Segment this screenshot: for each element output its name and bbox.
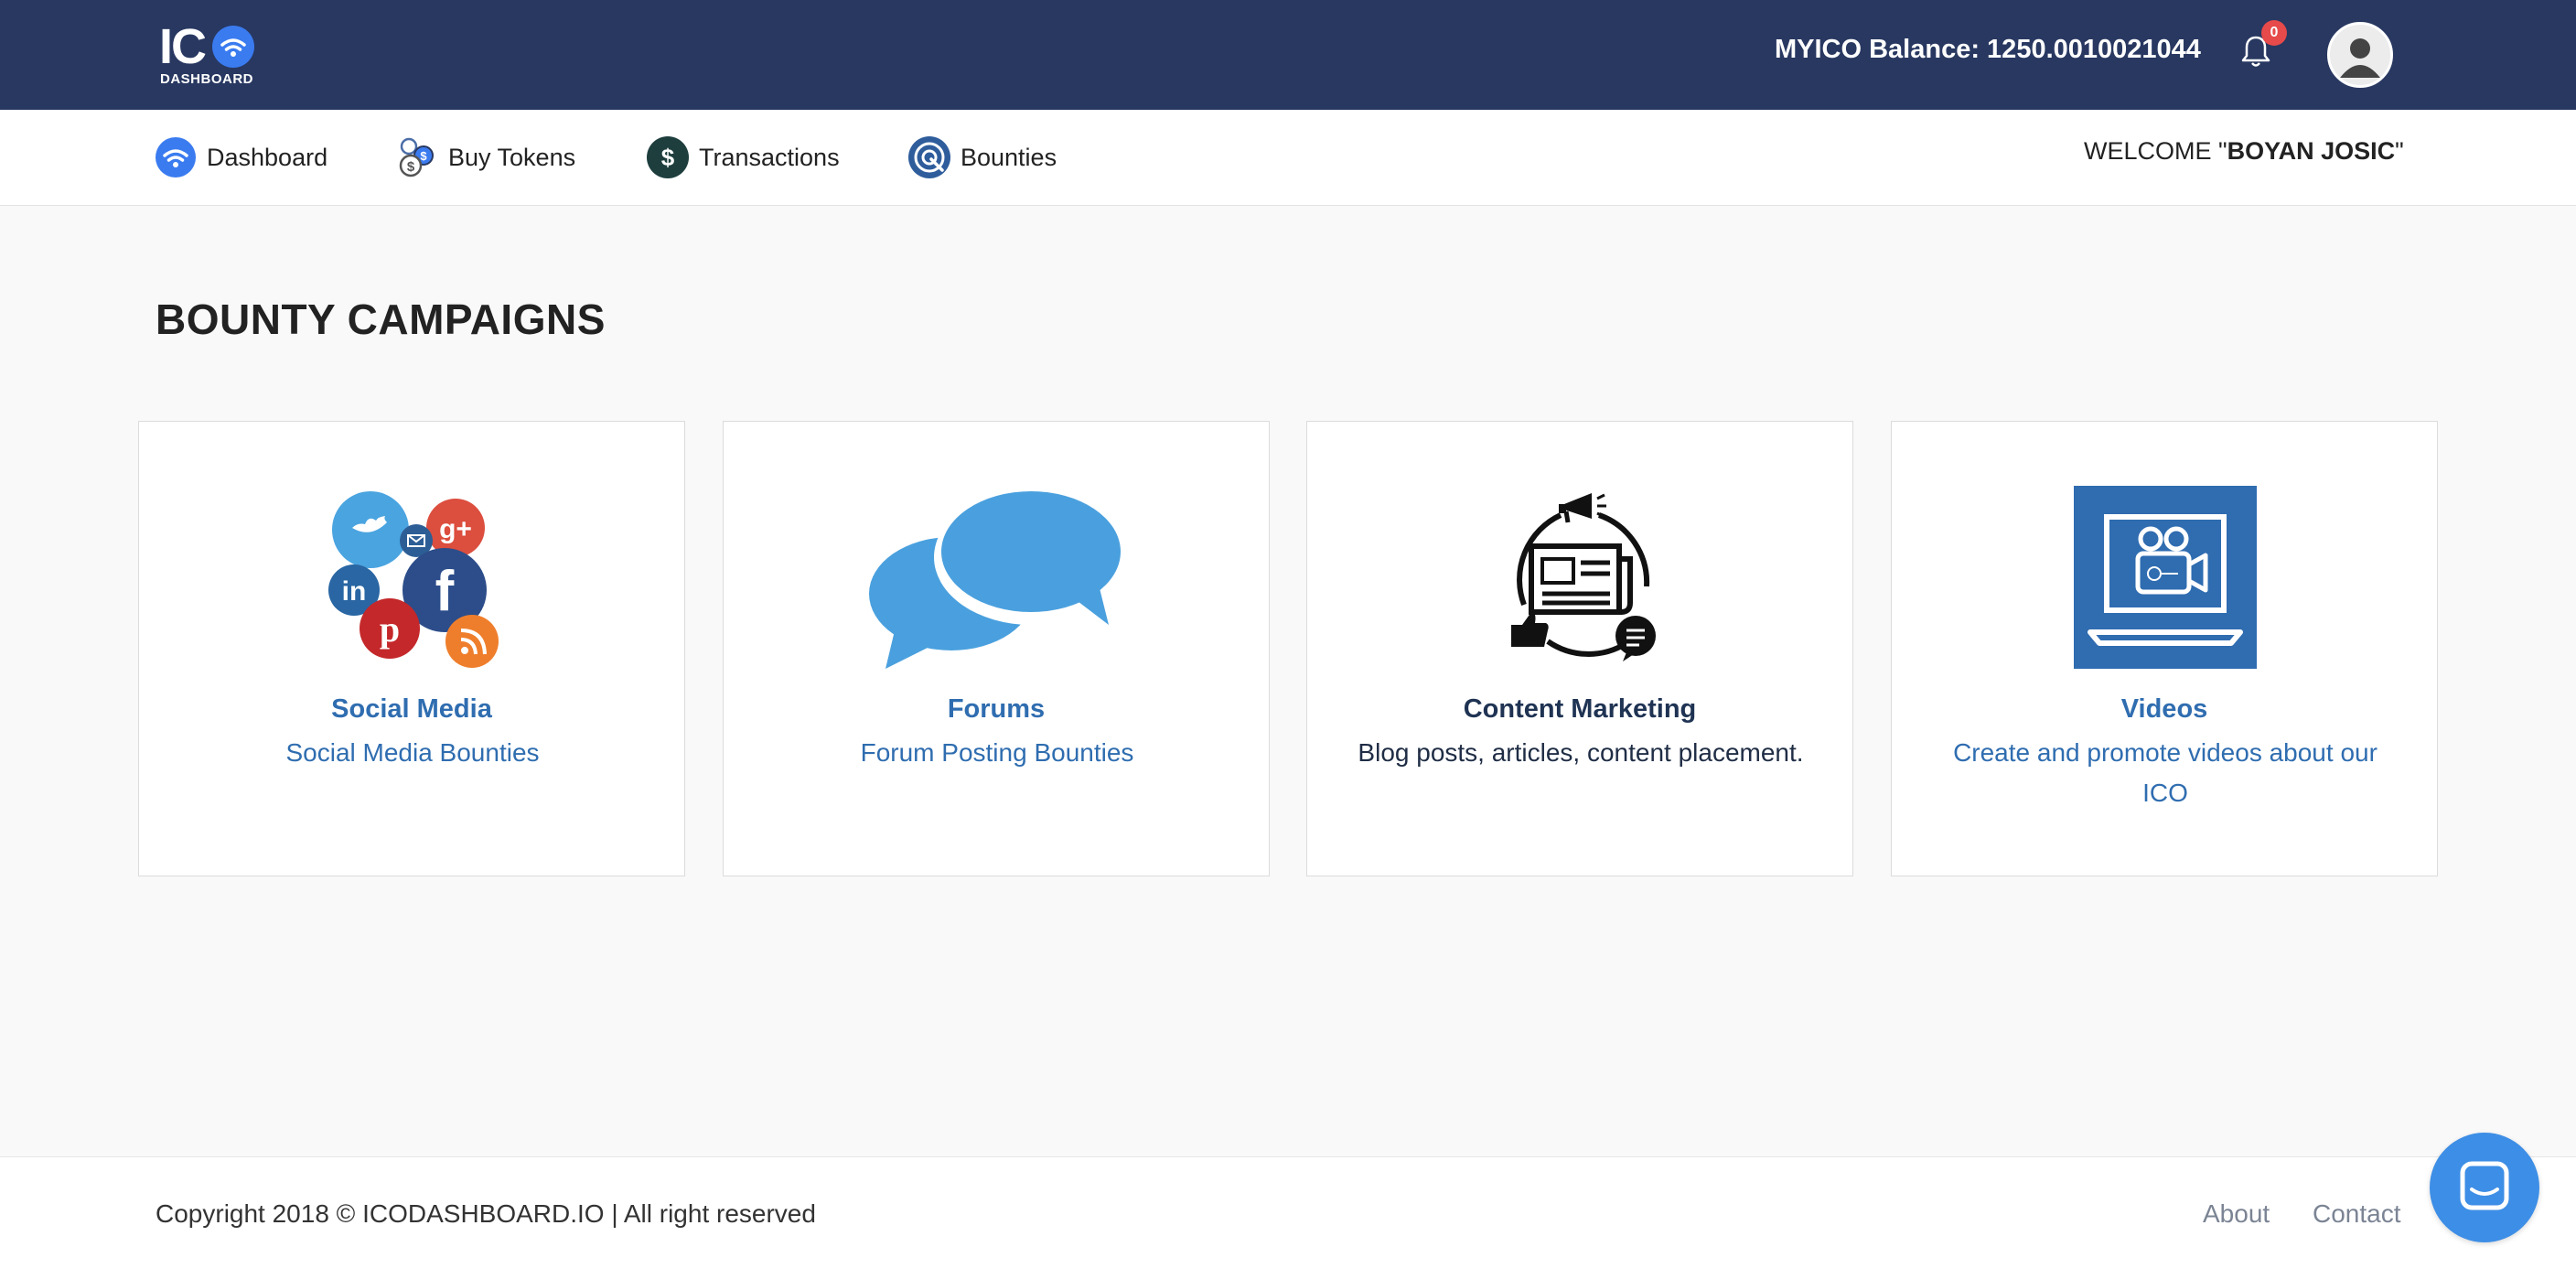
card-title: Videos: [2120, 694, 2208, 724]
page-title: BOUNTY CAMPAIGNS: [156, 296, 606, 343]
card-description: Social Media Bounties: [285, 738, 540, 767]
dollar-icon: $: [646, 135, 690, 179]
chat-icon: [2460, 1161, 2509, 1210]
nav-label-transactions: Transactions: [699, 143, 840, 171]
notification-badge: 0: [2261, 20, 2287, 46]
welcome-suffix: ": [2395, 137, 2404, 165]
chat-launcher-button[interactable]: [2430, 1133, 2539, 1242]
logo-text: IC: [159, 19, 207, 74]
footer: Copyright 2018 © ICODASHBOARD.IO | All r…: [0, 1156, 2576, 1279]
card-description: Blog posts, articles, content placement.: [1358, 738, 1804, 767]
card-description: Create and promote videos about our ICO: [1953, 738, 2377, 807]
svg-text:$: $: [407, 159, 415, 175]
welcome-message: WELCOME "BOYAN JOSIC": [2084, 137, 2404, 166]
svg-text:f: f: [435, 560, 455, 623]
nav-label-bounties: Bounties: [961, 143, 1057, 171]
top-bar: IC DASHBOARD MYICO Balance: 1250.0010021…: [0, 0, 2576, 110]
card-title: Social Media: [331, 694, 492, 724]
footer-link-about[interactable]: About: [2203, 1199, 2270, 1229]
social-media-icon: g+ in f p: [321, 486, 504, 669]
card-videos[interactable]: Videos Create and promote videos about o…: [1891, 421, 2438, 876]
svg-text:g+: g+: [439, 514, 472, 544]
svg-text:$: $: [661, 144, 675, 171]
video-camera-laptop-icon: [2074, 486, 2257, 669]
nav-label-buy-tokens: Buy Tokens: [448, 143, 576, 171]
speech-bubbles-icon: [869, 486, 1128, 669]
nav-label-dashboard: Dashboard: [207, 143, 328, 171]
balance-display: MYICO Balance: 1250.0010021044: [1775, 35, 2201, 64]
avatar[interactable]: [2327, 22, 2393, 88]
logo[interactable]: IC DASHBOARD: [157, 22, 265, 88]
footer-link-contact[interactable]: Contact: [2313, 1199, 2401, 1229]
svg-text:in: in: [342, 576, 367, 607]
nav-item-transactions[interactable]: $ Transactions: [646, 132, 840, 183]
card-forums[interactable]: Forums Forum Posting Bounties: [723, 421, 1270, 876]
card-title: Forums: [947, 694, 1046, 724]
newspaper-cycle-icon: [1489, 486, 1672, 669]
nav-item-bounties[interactable]: Bounties: [907, 132, 1057, 183]
card-description: Forum Posting Bounties: [860, 738, 1134, 767]
nav-item-buy-tokens[interactable]: $ $ Buy Tokens: [395, 132, 575, 183]
card-social-media[interactable]: g+ in f p Social Media Social Media Boun…: [138, 421, 685, 876]
welcome-user-name: BOYAN JOSIC: [2227, 137, 2396, 165]
welcome-prefix: WELCOME ": [2084, 137, 2227, 165]
coins-icon: $ $: [395, 135, 439, 179]
svg-text:p: p: [380, 608, 400, 650]
logo-wifi-icon: [212, 26, 254, 68]
target-icon: [907, 135, 951, 179]
logo-subtext: DASHBOARD: [160, 71, 253, 87]
copyright-text: Copyright 2018 © ICODASHBOARD.IO | All r…: [156, 1199, 816, 1228]
svg-text:$: $: [420, 149, 427, 163]
card-content-marketing[interactable]: Content Marketing Blog posts, articles, …: [1306, 421, 1853, 876]
nav-item-dashboard[interactable]: Dashboard: [154, 132, 327, 183]
wifi-icon: [154, 135, 198, 179]
card-title: Content Marketing: [1463, 694, 1697, 724]
